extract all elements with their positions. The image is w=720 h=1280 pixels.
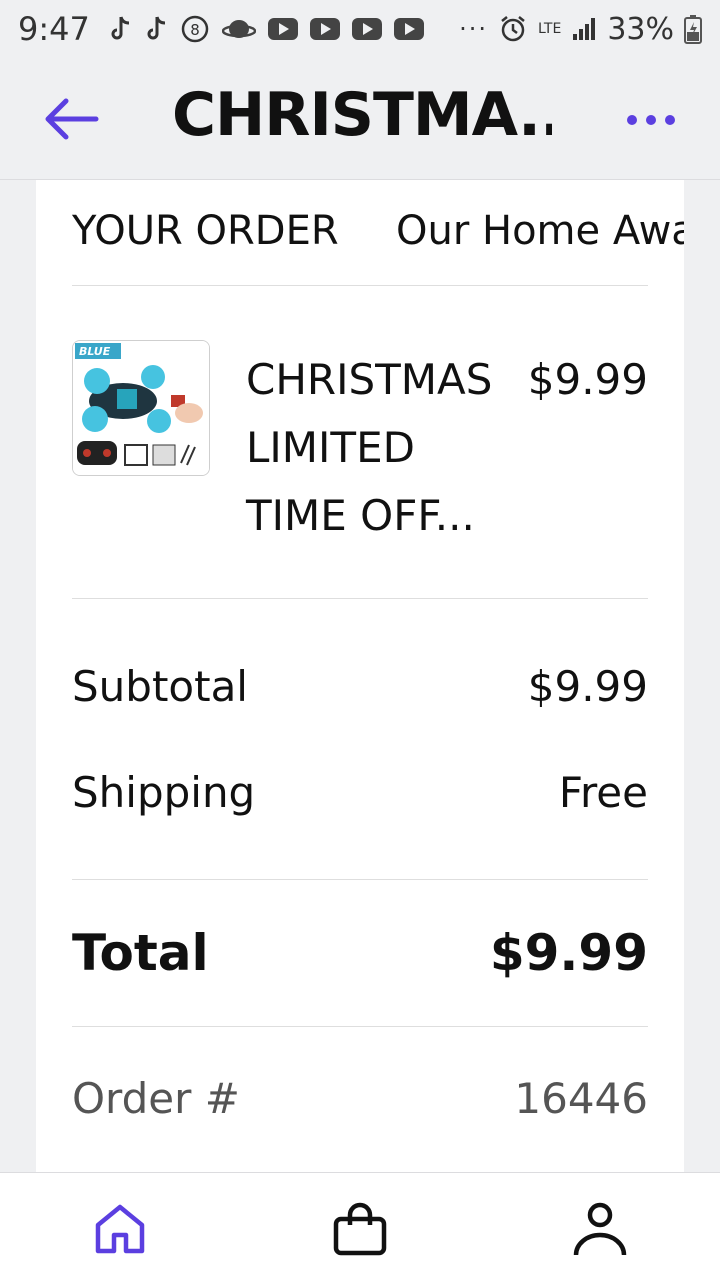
status-left: 9:47 8 (18, 10, 424, 48)
more-options-button[interactable] (624, 102, 678, 138)
subtotal-label: Subtotal (72, 662, 248, 711)
tab-our-home[interactable]: Our Home Awa (396, 208, 684, 254)
total-value: $9.99 (489, 924, 648, 982)
back-button[interactable] (40, 94, 102, 144)
thumbnail-label: BLUE (79, 345, 111, 358)
home-icon (95, 1204, 145, 1254)
divider (72, 285, 648, 286)
bottom-nav (0, 1172, 720, 1280)
signal-icon (571, 16, 597, 42)
tab-bar: YOUR ORDER Our Home Awa (36, 180, 684, 286)
svg-text:8: 8 (190, 21, 200, 39)
product-thumbnail[interactable]: BLUE (72, 340, 210, 476)
status-right: ··· LTE 33% (459, 12, 702, 47)
nav-profile-button[interactable] (570, 1199, 630, 1259)
planet-icon (221, 16, 256, 42)
battery-charging-icon (684, 14, 702, 44)
alarm-icon (498, 14, 528, 44)
divider (72, 1026, 648, 1027)
profile-icon (573, 1202, 627, 1256)
total-label: Total (72, 924, 209, 982)
nav-bag-button[interactable] (330, 1199, 390, 1259)
divider (72, 598, 648, 599)
shipping-value: Free (558, 768, 648, 817)
arrow-left-icon (45, 98, 99, 140)
youtube-icon (309, 18, 340, 40)
divider (72, 879, 648, 880)
status-bar: 9:47 8 ··· LTE 33% (0, 0, 720, 58)
youtube-icon (267, 18, 298, 40)
order-card: YOUR ORDER Our Home Awa BLUE CHRISTMAS L… (36, 180, 684, 1172)
order-number-value: 16446 (514, 1074, 648, 1123)
rc-car-image: BLUE (73, 341, 209, 475)
shipping-label: Shipping (72, 768, 256, 817)
status-time: 9:47 (18, 10, 90, 48)
youtube-icon (351, 18, 382, 40)
shopping-bag-icon (333, 1202, 387, 1256)
subtotal-value: $9.99 (527, 662, 648, 711)
product-name[interactable]: CHRISTMAS LIMITED TIME OFF... (246, 346, 506, 550)
page-title: CHRISTMA... (172, 80, 552, 150)
battery-percentage: 33% (607, 11, 674, 47)
tiktok-icon (108, 15, 132, 43)
youtube-icon (393, 18, 424, 40)
eight-ball-icon: 8 (180, 14, 210, 44)
order-number-label: Order # (72, 1074, 240, 1123)
product-price: $9.99 (527, 355, 648, 404)
tiktok-icon (144, 15, 168, 43)
app-bar: CHRISTMA... (0, 58, 720, 180)
network-type: LTE (538, 21, 562, 37)
nav-home-button[interactable] (90, 1199, 150, 1259)
more-horizontal-icon (627, 115, 675, 125)
tab-your-order[interactable]: YOUR ORDER (72, 208, 339, 254)
more-notifications-icon: ··· (459, 15, 489, 43)
